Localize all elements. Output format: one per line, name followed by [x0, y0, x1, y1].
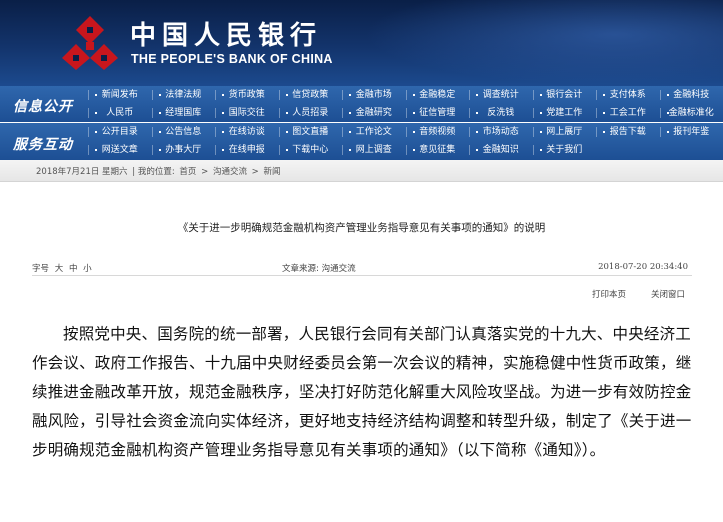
font-large-button[interactable]: 大 — [55, 264, 64, 274]
breadcrumb-separator: > — [251, 167, 259, 177]
nav-item[interactable]: 国际交往 — [215, 104, 279, 122]
nav-item[interactable]: 在线访谈 — [215, 123, 279, 141]
nav-item[interactable]: 人员招录 — [278, 104, 343, 122]
article-date: 2018-07-20 20:34:40 — [598, 262, 688, 272]
breadcrumb-bar: 2018年7月21日 星期六 | 我的位置: 首页 > 沟通交流 > 新闻 — [0, 160, 723, 182]
breadcrumb-home-link[interactable]: 首页 — [179, 167, 196, 177]
nav-item[interactable]: 网送文章 — [88, 141, 152, 159]
nav-item[interactable]: 工作论文 — [342, 123, 406, 141]
nav-item[interactable]: 经理国库 — [151, 104, 216, 122]
nav-group-info-label: 信息公开 — [13, 99, 73, 115]
nav-item[interactable]: 金融科技 — [659, 86, 723, 104]
nav-row-3: 公开目录 公告信息 在线访谈 图文直播 工作论文 音频视频 市场动态 网上展厅 … — [88, 123, 723, 141]
nav-item[interactable]: 在线申报 — [215, 141, 279, 159]
nav-item[interactable]: 金融知识 — [469, 141, 533, 159]
breadcrumb-prefix: | 我的位置: — [132, 167, 175, 177]
pboc-logo-icon[interactable] — [60, 14, 120, 72]
nav-item[interactable]: 信贷政策 — [278, 86, 343, 104]
nav-item[interactable]: 货币政策 — [215, 86, 279, 104]
nav-item[interactable]: 征信管理 — [405, 104, 470, 122]
nav-item[interactable]: 网上展厅 — [532, 123, 597, 141]
nav-item[interactable]: 下载中心 — [278, 141, 343, 159]
nav-item[interactable]: 公开目录 — [88, 123, 152, 141]
nav-item[interactable]: 反洗钱 — [469, 104, 533, 122]
nav-item[interactable]: 金融市场 — [342, 86, 406, 104]
font-medium-button[interactable]: 中 — [69, 264, 78, 274]
font-size-label: 字号 — [32, 264, 50, 274]
nav-item[interactable]: 法律法规 — [151, 86, 216, 104]
nav-item[interactable]: 音频视频 — [405, 123, 470, 141]
nav-item[interactable]: 党建工作 — [532, 104, 597, 122]
nav-item[interactable]: 金融研究 — [342, 104, 406, 122]
nav-item[interactable]: 调查统计 — [469, 86, 533, 104]
font-small-button[interactable]: 小 — [83, 264, 92, 274]
nav-item[interactable]: 金融标准化 — [659, 104, 723, 122]
article-body: 按照党中央、国务院的统一部署，人民银行会同有关部门认真落实党的十九大、中央经济工… — [32, 325, 692, 459]
nav-item[interactable]: 市场动态 — [469, 123, 533, 141]
nav-item[interactable]: 公告信息 — [151, 123, 216, 141]
breadcrumb-section-link[interactable]: 沟通交流 — [213, 167, 247, 177]
article-title: 《关于进一步明确规范金融机构资产管理业务指导意见有关事项的通知》的说明 — [177, 222, 546, 234]
nav-item[interactable]: 关于我们 — [532, 141, 597, 159]
font-size-controls: 字号 大 中 小 — [32, 262, 92, 274]
nav-item[interactable]: 工会工作 — [596, 104, 660, 122]
nav-item[interactable]: 金融稳定 — [405, 86, 470, 104]
nav-item[interactable]: 办事大厅 — [151, 141, 216, 159]
nav-group-service-label: 服务互动 — [13, 137, 73, 153]
nav-item[interactable]: 报刊年鉴 — [659, 123, 723, 141]
main-navigation: 信息公开 服务互动 新闻发布 法律法规 货币政策 信贷政策 金融市场 金融稳定 … — [0, 86, 723, 160]
nav-row-1: 新闻发布 法律法规 货币政策 信贷政策 金融市场 金融稳定 调查统计 银行会计 … — [88, 86, 723, 104]
nav-item[interactable]: 报告下载 — [596, 123, 660, 141]
nav-row-2: 人民币 经理国库 国际交往 人员招录 金融研究 征信管理 反洗钱 党建工作 工会… — [88, 104, 723, 122]
nav-item[interactable]: 支付体系 — [596, 86, 660, 104]
print-page-link[interactable]: 打印本页 — [592, 288, 626, 300]
nav-item[interactable]: 意见征集 — [405, 141, 470, 159]
breadcrumb: 2018年7月21日 星期六 | 我的位置: 首页 > 沟通交流 > 新闻 — [36, 165, 283, 177]
logo-english-name: THE PEOPLE'S BANK OF CHINA — [131, 52, 333, 66]
site-header: 中国人民银行 THE PEOPLE'S BANK OF CHINA — [0, 0, 723, 86]
breadcrumb-page-link[interactable]: 新闻 — [264, 167, 281, 177]
nav-item[interactable]: 网上调查 — [342, 141, 406, 159]
nav-item[interactable]: 银行会计 — [532, 86, 597, 104]
logo-chinese-name: 中国人民银行 — [130, 21, 323, 51]
breadcrumb-separator: > — [201, 167, 209, 177]
article-source: 文章来源: 沟通交流 — [282, 264, 356, 274]
nav-item[interactable]: 新闻发布 — [88, 86, 152, 104]
nav-row-4: 网送文章 办事大厅 在线申报 下载中心 网上调查 意见征集 金融知识 关于我们 — [88, 141, 596, 159]
current-date: 2018年7月21日 星期六 — [36, 167, 128, 177]
nav-item[interactable]: 图文直播 — [278, 123, 343, 141]
article-meta-bar: 字号 大 中 小 文章来源: 沟通交流 2018-07-20 20:34:40 — [32, 260, 692, 276]
close-window-link[interactable]: 关闭窗口 — [651, 288, 685, 300]
header-glow — [363, 0, 723, 86]
nav-item[interactable]: 人民币 — [88, 104, 152, 122]
